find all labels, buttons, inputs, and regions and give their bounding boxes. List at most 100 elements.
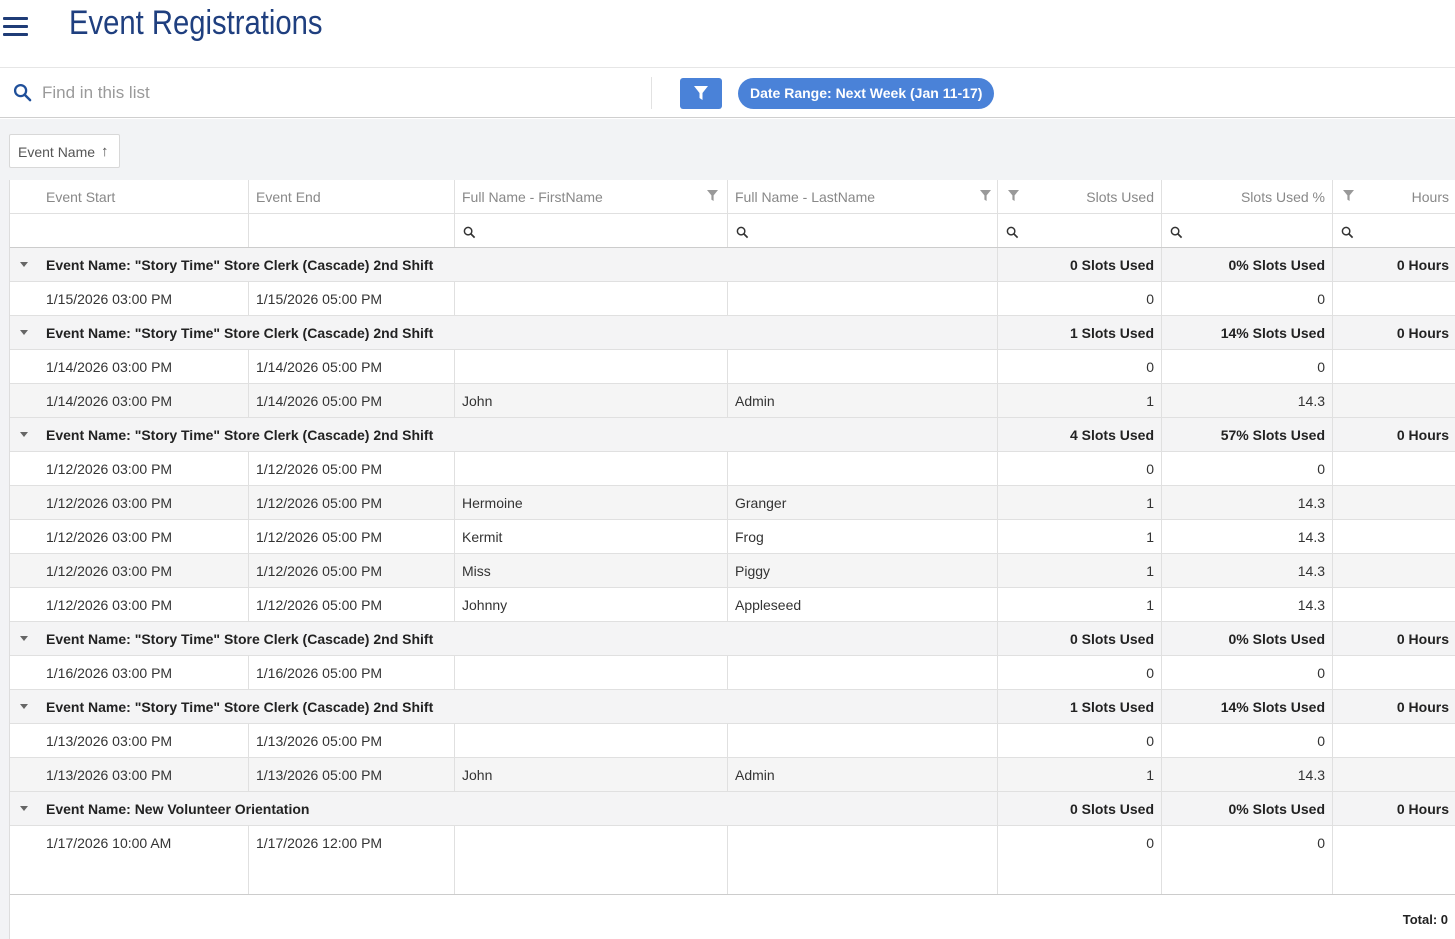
cell-hours: [1332, 656, 1455, 689]
group-row[interactable]: Event Name: "Story Time" Store Clerk (Ca…: [10, 622, 1455, 656]
cell-lastname: [727, 282, 997, 315]
search-icon: [1006, 226, 1019, 239]
cell-event-start: 1/12/2026 03:00 PM: [46, 563, 173, 579]
cell-hours: [1332, 554, 1455, 587]
cell-hours: [1332, 486, 1455, 519]
cell-firstname: [454, 282, 727, 315]
cell-slots-used: 0: [997, 452, 1161, 485]
column-header-lastname[interactable]: Full Name - LastName: [727, 180, 997, 213]
group-row[interactable]: Event Name: New Volunteer Orientation 0 S…: [10, 792, 1455, 826]
column-header-event-end[interactable]: Event End: [248, 180, 454, 213]
group-pct-summary: 57% Slots Used: [1161, 418, 1332, 451]
cell-firstname: Kermit: [454, 520, 727, 553]
group-row[interactable]: Event Name: "Story Time" Store Clerk (Ca…: [10, 418, 1455, 452]
cell-event-end: 1/12/2026 05:00 PM: [248, 452, 454, 485]
search-icon: [463, 226, 476, 239]
cell-event-start: 1/12/2026 03:00 PM: [46, 461, 173, 477]
group-pct-summary: 0% Slots Used: [1161, 792, 1332, 825]
group-by-label: Event Name: [18, 144, 96, 160]
cell-slots-used-pct: 14.3: [1161, 554, 1332, 587]
cell-lastname: Granger: [727, 486, 997, 519]
column-header-hours[interactable]: Hours: [1332, 180, 1455, 213]
cell-event-end: 1/14/2026 05:00 PM: [248, 350, 454, 383]
cell-slots-used-pct: 14.3: [1161, 588, 1332, 621]
cell-slots-used-pct: 14.3: [1161, 384, 1332, 417]
cell-slots-used: 1: [997, 486, 1161, 519]
table-row[interactable]: 1/14/2026 03:00 PM 1/14/2026 05:00 PM 0 0: [10, 350, 1455, 384]
grid-header-row: Event Start Event End Full Name - FirstN…: [10, 180, 1455, 214]
filter-cell-lastname[interactable]: [727, 214, 997, 247]
grid-filter-row: [10, 214, 1455, 248]
registrations-grid: Event Start Event End Full Name - FirstN…: [9, 180, 1455, 939]
date-range-filter-chip[interactable]: Date Range: Next Week (Jan 11-17): [738, 78, 995, 109]
table-row[interactable]: 1/13/2026 03:00 PM 1/13/2026 05:00 PM 0 0: [10, 724, 1455, 758]
filter-icon[interactable]: [1343, 190, 1354, 202]
cell-event-end: 1/17/2026 12:00 PM: [248, 826, 454, 894]
cell-hours: [1332, 350, 1455, 383]
filter-icon[interactable]: [707, 190, 718, 202]
cell-slots-used-pct: 14.3: [1161, 486, 1332, 519]
filter-cell-slots-used[interactable]: [997, 214, 1161, 247]
search-input[interactable]: [36, 78, 636, 108]
cell-event-end: 1/13/2026 05:00 PM: [248, 758, 454, 791]
group-slots-summary: 0 Slots Used: [997, 622, 1161, 655]
search-icon: [1170, 226, 1183, 239]
group-row[interactable]: Event Name: "Story Time" Store Clerk (Ca…: [10, 690, 1455, 724]
column-header-slots-used-pct[interactable]: Slots Used %: [1161, 180, 1332, 213]
table-row[interactable]: 1/12/2026 03:00 PM 1/12/2026 05:00 PM Kerm…: [10, 520, 1455, 554]
hamburger-menu-icon[interactable]: [3, 17, 28, 36]
filter-icon[interactable]: [1008, 190, 1019, 202]
group-row[interactable]: Event Name: "Story Time" Store Clerk (Ca…: [10, 316, 1455, 350]
filter-cell-hours[interactable]: [1332, 214, 1455, 247]
column-header-firstname[interactable]: Full Name - FirstName: [454, 180, 727, 213]
cell-firstname: Miss: [454, 554, 727, 587]
cell-firstname: John: [454, 758, 727, 791]
table-row[interactable]: 1/12/2026 03:00 PM 1/12/2026 05:00 PM John…: [10, 588, 1455, 622]
cell-firstname: [454, 826, 727, 894]
table-row[interactable]: 1/16/2026 03:00 PM 1/16/2026 05:00 PM 0 0: [10, 656, 1455, 690]
filter-cell-firstname[interactable]: [454, 214, 727, 247]
table-row[interactable]: 1/12/2026 03:00 PM 1/12/2026 05:00 PM 0 0: [10, 452, 1455, 486]
cell-slots-used-pct: 0: [1161, 452, 1332, 485]
cell-firstname: [454, 656, 727, 689]
cell-lastname: [727, 350, 997, 383]
search-icon: [1341, 226, 1354, 239]
cell-firstname: [454, 350, 727, 383]
cell-event-start: 1/13/2026 03:00 PM: [46, 767, 173, 783]
app-header: Event Registrations: [0, 0, 1455, 68]
cell-lastname: [727, 656, 997, 689]
table-row[interactable]: 1/14/2026 03:00 PM 1/14/2026 05:00 PM John…: [10, 384, 1455, 418]
filter-cell-slots-used-pct[interactable]: [1161, 214, 1332, 247]
table-row[interactable]: 1/15/2026 03:00 PM 1/15/2026 05:00 PM 0 0: [10, 282, 1455, 316]
sort-ascending-icon[interactable]: ↑: [101, 135, 109, 169]
filter-button[interactable]: [680, 78, 722, 109]
column-header-slots-used[interactable]: Slots Used: [997, 180, 1161, 213]
cell-slots-used: 0: [997, 826, 1161, 894]
cell-event-start: 1/12/2026 03:00 PM: [46, 597, 173, 613]
cell-slots-used: 0: [997, 724, 1161, 757]
column-header-hours-label: Hours: [1411, 189, 1449, 205]
group-hours-summary: 0 Hours: [1332, 622, 1455, 655]
cell-lastname: [727, 724, 997, 757]
group-row[interactable]: Event Name: "Story Time" Store Clerk (Ca…: [10, 248, 1455, 282]
cell-hours: [1332, 384, 1455, 417]
table-row[interactable]: 1/12/2026 03:00 PM 1/12/2026 05:00 PM Miss…: [10, 554, 1455, 588]
cell-event-start: 1/17/2026 10:00 AM: [46, 835, 172, 851]
cell-slots-used: 1: [997, 520, 1161, 553]
filter-icon[interactable]: [980, 190, 991, 202]
column-header-event-start[interactable]: Event Start: [10, 180, 248, 213]
cell-event-end: 1/12/2026 05:00 PM: [248, 554, 454, 587]
group-by-event-name-chip[interactable]: Event Name ↑: [9, 134, 120, 168]
filter-cell-event-end[interactable]: [248, 214, 454, 247]
total-summary: Total: 0: [1402, 912, 1448, 927]
filter-cell-event-start[interactable]: [10, 214, 248, 247]
group-hours-summary: 0 Hours: [1332, 248, 1455, 281]
table-row[interactable]: 1/17/2026 10:00 AM 1/17/2026 12:00 PM 0 0: [10, 826, 1455, 894]
group-pct-summary: 0% Slots Used: [1161, 622, 1332, 655]
page-title: Event Registrations: [69, 4, 323, 42]
group-label: Event Name: "Story Time" Store Clerk (Ca…: [46, 699, 434, 715]
filter-icon: [694, 86, 708, 100]
divider: [651, 77, 652, 109]
table-row[interactable]: 1/13/2026 03:00 PM 1/13/2026 05:00 PM John…: [10, 758, 1455, 792]
table-row[interactable]: 1/12/2026 03:00 PM 1/12/2026 05:00 PM Herm…: [10, 486, 1455, 520]
